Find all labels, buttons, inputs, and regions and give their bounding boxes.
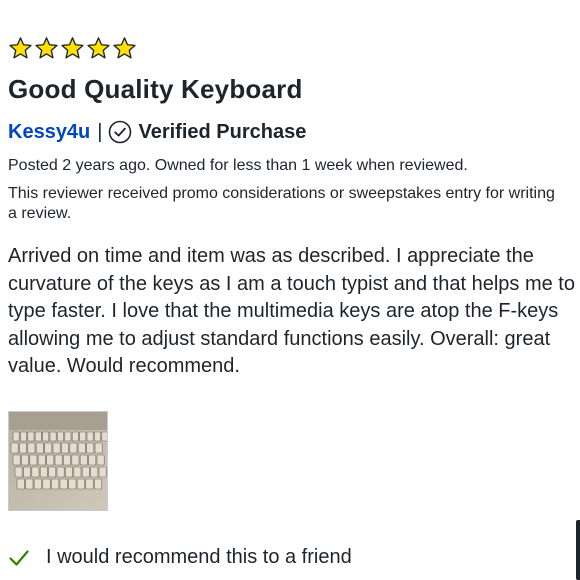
star-icon [86, 36, 111, 61]
star-icon [34, 36, 59, 61]
byline-separator: | [97, 120, 103, 143]
review-photo-thumbnail[interactable] [8, 411, 108, 511]
recommend-label: I would recommend this to a friend [46, 546, 352, 568]
star-icon [8, 36, 33, 61]
verified-check-icon [109, 120, 132, 144]
scrollbar-edge[interactable] [576, 520, 580, 580]
star-rating [8, 36, 137, 61]
checkmark-icon [9, 549, 29, 566]
verified-purchase-label: Verified Purchase [138, 120, 307, 143]
recommend-statement: I would recommend this to a friend [8, 546, 352, 569]
posted-date: Posted 2 years ago. Owned for less than … [8, 157, 468, 174]
review-card: Good Quality Keyboard Kessy4u | Verified… [0, 0, 580, 580]
review-title: Good Quality Keyboard [8, 74, 303, 104]
review-byline: Kessy4u | Verified Purchase [8, 120, 306, 144]
review-body: Arrived on time and item was as describe… [8, 245, 575, 377]
star-icon [112, 36, 137, 61]
promo-notice: This reviewer received promo considerati… [8, 185, 555, 222]
star-icon [60, 36, 85, 61]
author-link[interactable]: Kessy4u [8, 121, 90, 144]
keyboard-photo-icon [9, 412, 107, 510]
